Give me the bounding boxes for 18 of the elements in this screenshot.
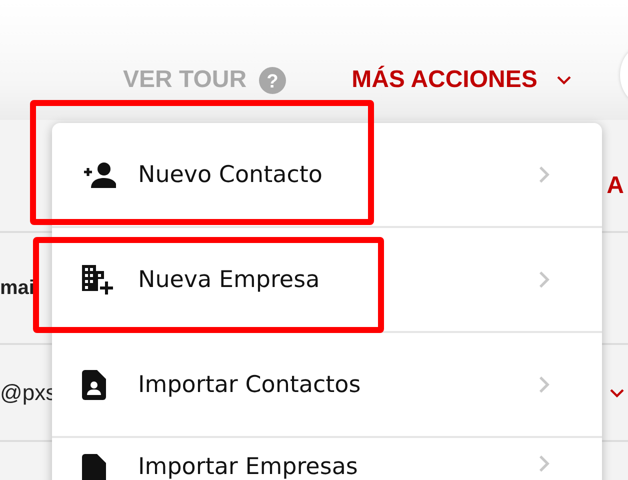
column-header: mai xyxy=(0,276,34,300)
building-add-icon xyxy=(82,264,114,294)
button-label[interactable]: A xyxy=(606,172,624,200)
chevron-down-icon xyxy=(557,76,572,84)
chevron-right-icon xyxy=(538,374,550,394)
menu-item[interactable]: Importar Contactos xyxy=(52,333,602,438)
more-actions-button[interactable]: MÁS ACCIONES xyxy=(352,66,572,94)
menu-item[interactable]: Nueva Empresa xyxy=(52,228,602,333)
help-icon: ? xyxy=(258,66,286,94)
file-icon xyxy=(82,454,106,480)
person-add-icon xyxy=(82,162,116,188)
chevron-right-icon xyxy=(538,164,550,184)
chevron-down-icon xyxy=(609,388,625,398)
menu-item[interactable]: Importar Empresas xyxy=(52,438,602,480)
contact-file-icon xyxy=(82,370,106,400)
chevron-right-icon xyxy=(538,454,550,474)
chevron-right-icon xyxy=(538,270,550,290)
menu-item[interactable]: Nuevo Contacto xyxy=(52,123,602,228)
